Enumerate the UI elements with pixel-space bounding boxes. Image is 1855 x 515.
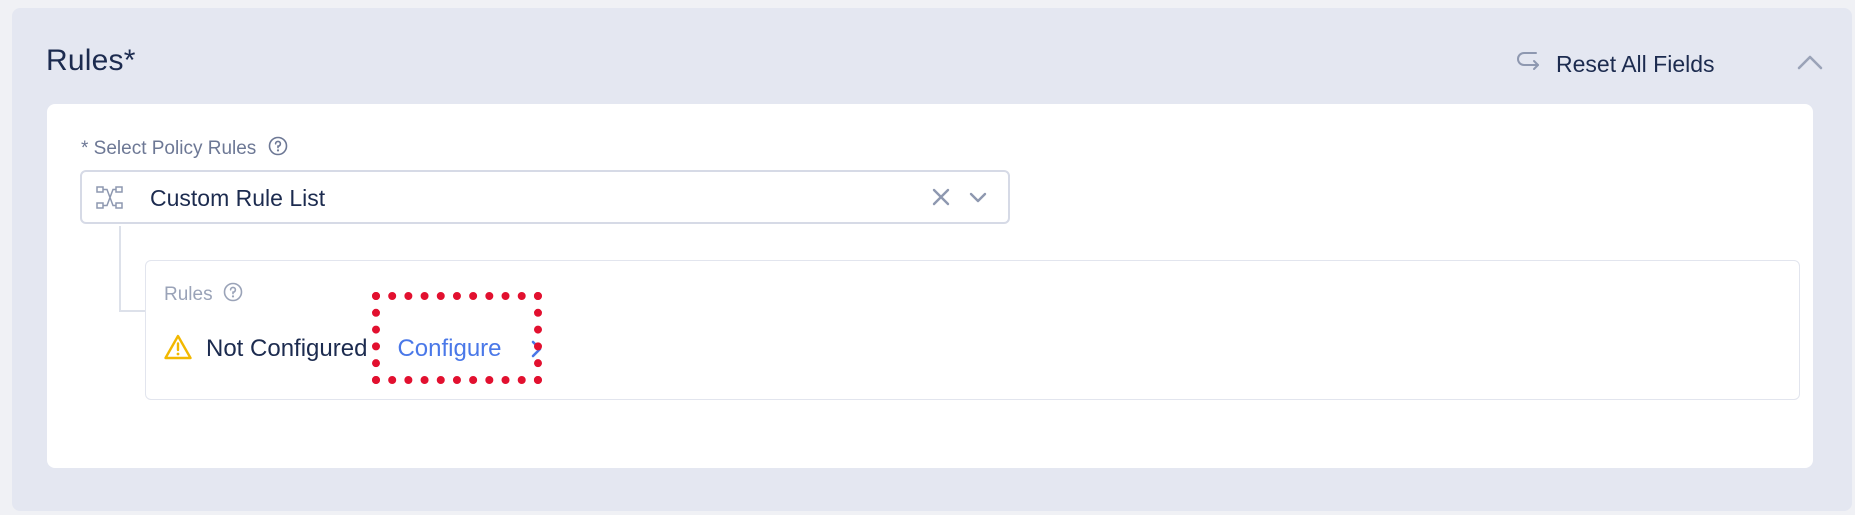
select-policy-rules-label: * Select Policy Rules	[81, 136, 288, 162]
reset-all-fields-label: Reset All Fields	[1556, 50, 1715, 77]
configure-label: Configure	[397, 335, 502, 362]
section-title: Rules*	[46, 44, 136, 77]
rules-label: Rules	[164, 282, 243, 308]
configure-link[interactable]: Configure	[397, 335, 543, 363]
rules-label-text: Rules	[164, 284, 213, 305]
collapse-button[interactable]	[1792, 48, 1828, 80]
chevron-right-icon	[530, 339, 544, 359]
rules-subcard: Rules Not Configured Configure	[145, 260, 1800, 400]
field-label-text: * Select Policy Rules	[81, 138, 257, 159]
help-circle-icon[interactable]	[268, 136, 288, 162]
rules-section: Rules* Reset All Fields * Select Policy …	[12, 8, 1852, 511]
rule-flow-icon	[96, 186, 124, 215]
reset-all-fields-button[interactable]: Reset All Fields	[1514, 46, 1715, 82]
chevron-up-icon	[1796, 53, 1824, 76]
return-arrow-icon	[1514, 49, 1542, 80]
selected-value: Custom Rule List	[150, 185, 326, 211]
chevron-down-icon[interactable]	[967, 188, 989, 211]
rules-status-row: Not Configured Configure	[164, 333, 544, 365]
warning-icon	[164, 334, 192, 365]
policy-rules-select[interactable]: Custom Rule List	[80, 170, 1010, 224]
status-text: Not Configured	[206, 335, 368, 362]
help-circle-icon[interactable]	[223, 282, 243, 308]
rules-card: * Select Policy Rules Custom Rule List R…	[47, 104, 1813, 468]
close-icon[interactable]	[930, 186, 952, 213]
